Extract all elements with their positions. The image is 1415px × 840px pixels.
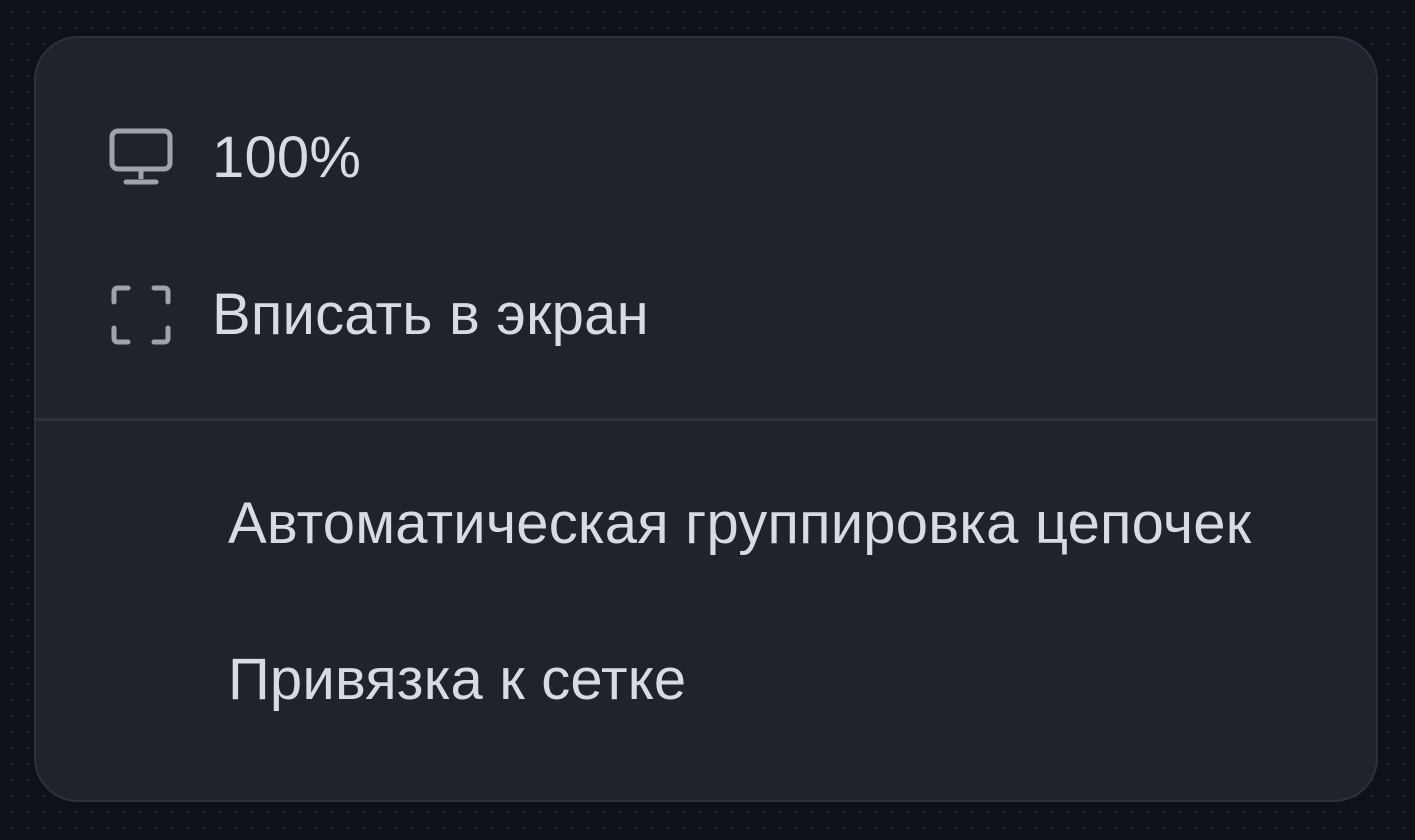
zoom-level-label: 100% [212, 125, 362, 190]
menu-divider [36, 418, 1376, 421]
auto-group-chains-label: Автоматическая группировка цепочек [228, 491, 1252, 556]
fit-screen-icon [108, 282, 174, 348]
auto-group-chains-toggle[interactable]: Автоматическая группировка цепочек [36, 464, 1376, 584]
monitor-icon [108, 125, 174, 191]
snap-to-grid-toggle[interactable]: Привязка к сетке [36, 620, 1376, 740]
zoom-level-item[interactable]: 100% [36, 98, 1376, 218]
snap-to-grid-label: Привязка к сетке [228, 647, 687, 712]
fit-to-screen-item[interactable]: Вписать в экран [36, 255, 1376, 375]
view-context-menu: 100% Вписать в экран Автоматическая груп… [34, 36, 1378, 802]
fit-to-screen-label: Вписать в экран [212, 282, 649, 347]
